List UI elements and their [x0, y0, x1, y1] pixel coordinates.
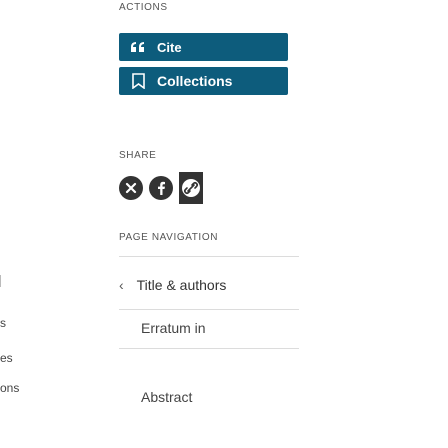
link-icon[interactable] — [179, 172, 203, 204]
quote-icon — [129, 42, 147, 52]
facebook-icon[interactable] — [149, 176, 173, 200]
left-fragment-1[interactable]: s — [0, 316, 6, 330]
left-sidebar-clipped: s es ons — [0, 0, 20, 448]
nav-item-title-authors[interactable]: ‹ Title & authors — [119, 277, 299, 293]
bookmark-icon — [129, 73, 147, 89]
chevron-left-icon: ‹ — [119, 277, 124, 293]
nav-item-label: Abstract — [141, 389, 193, 405]
left-fragment-2[interactable]: es — [0, 351, 13, 365]
collections-label: Collections — [157, 73, 233, 89]
nav-divider — [119, 309, 299, 310]
nav-item-label: Title & authors — [136, 277, 227, 293]
actions-heading: ACTIONS — [119, 2, 168, 13]
share-heading: SHARE — [119, 150, 157, 161]
nav-divider — [119, 348, 299, 349]
left-fragment-3[interactable]: ons — [0, 381, 19, 395]
left-divider-tick — [0, 275, 1, 287]
nav-item-label: Erratum in — [141, 320, 206, 336]
collections-button[interactable]: Collections — [119, 67, 288, 95]
page-navigation-heading: PAGE NAVIGATION — [119, 232, 219, 243]
cite-button[interactable]: Cite — [119, 33, 288, 61]
nav-item-erratum[interactable]: Erratum in — [119, 320, 299, 336]
nav-item-abstract[interactable]: Abstract — [119, 389, 299, 405]
nav-divider-top — [119, 256, 299, 257]
share-icons-row — [119, 172, 203, 204]
x-icon[interactable] — [119, 176, 143, 200]
cite-label: Cite — [157, 39, 182, 55]
